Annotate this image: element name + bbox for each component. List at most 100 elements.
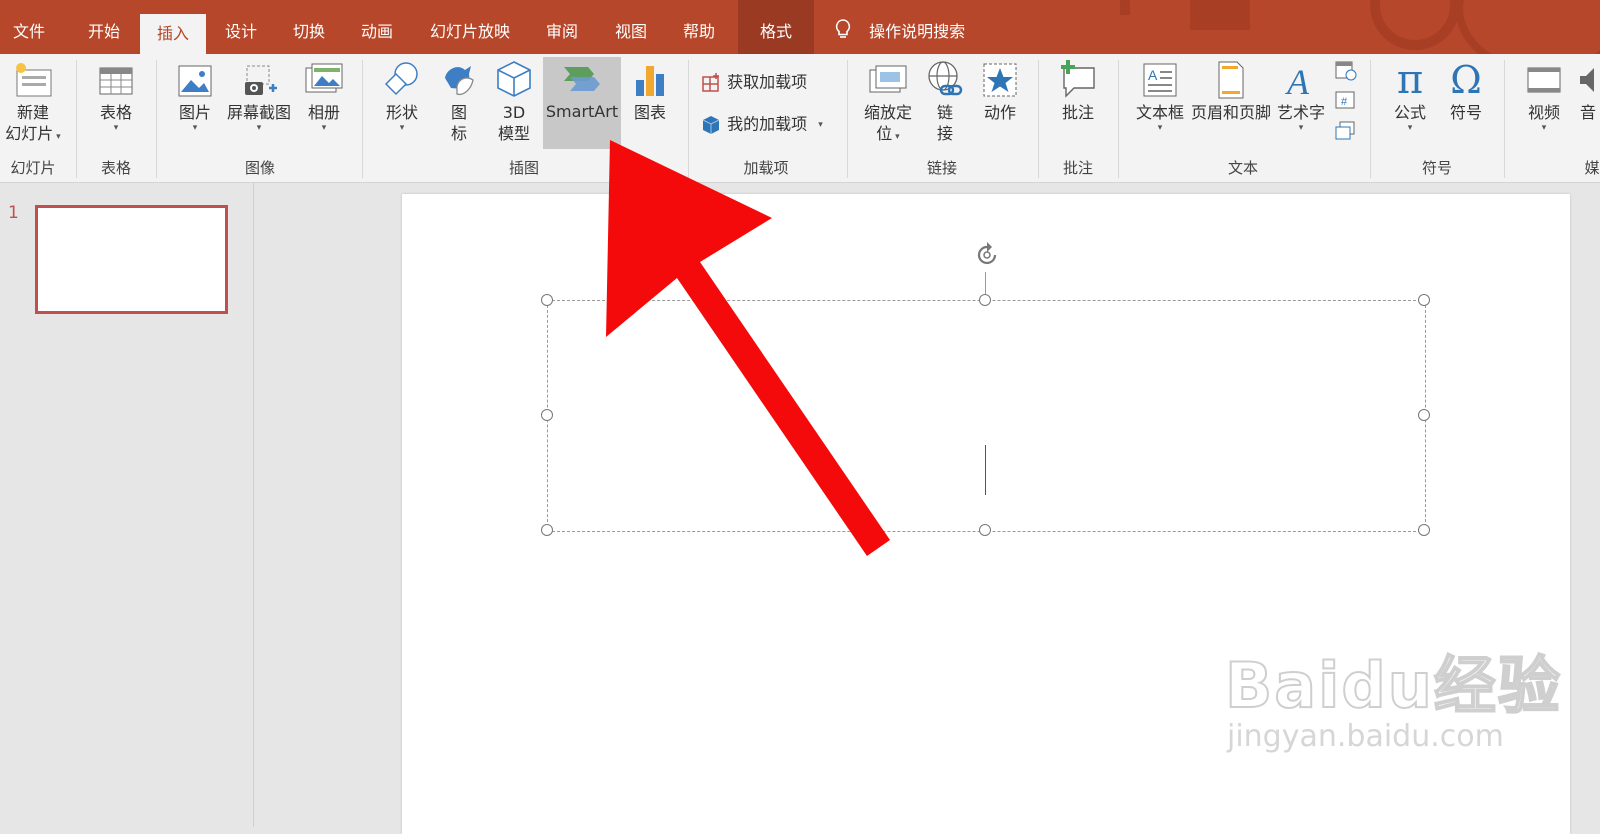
group-label-links: 链接 <box>926 159 957 177</box>
resize-handle-left[interactable] <box>541 409 553 421</box>
tab-file[interactable]: 文件 <box>0 0 58 54</box>
tab-format[interactable]: 格式 <box>738 0 814 54</box>
group-label-tables: 表格 <box>100 159 131 177</box>
get-addins-button[interactable]: 获取加载项 <box>700 70 807 95</box>
dropdown-arrow-icon: ▾ <box>892 132 900 142</box>
dropdown-arrow-icon: ▾ <box>113 123 119 133</box>
tab-insert[interactable]: 插入 <box>140 14 206 54</box>
group-label-text: 文本 <box>1227 159 1258 177</box>
dropdown-arrow-icon: ▾ <box>399 123 405 133</box>
3d-cube-icon <box>497 61 531 97</box>
tab-animations[interactable]: 动画 <box>346 0 408 54</box>
smartart-label: SmartArt <box>545 102 619 121</box>
pi-icon: π <box>1396 57 1424 103</box>
new-slide-icon <box>16 63 52 97</box>
wordart-button[interactable]: A 艺术字 ▾ <box>1274 58 1328 133</box>
tab-review[interactable]: 审阅 <box>530 0 594 54</box>
link-label-2: 接 <box>936 124 953 143</box>
dropdown-arrow-icon: ▾ <box>321 123 327 133</box>
video-icon <box>1527 67 1561 93</box>
object-button[interactable] <box>1334 120 1358 142</box>
tab-view[interactable]: 视图 <box>598 0 664 54</box>
tab-home[interactable]: 开始 <box>72 0 136 54</box>
group-label-media: 媒 <box>1584 159 1600 177</box>
dropdown-arrow-icon: ▾ <box>256 123 262 133</box>
lightbulb-icon <box>835 19 851 38</box>
screenshot-button[interactable]: 屏幕截图 ▾ <box>224 58 294 133</box>
tab-transitions[interactable]: 切换 <box>278 0 340 54</box>
3d-models-button[interactable]: 3D 模型 <box>488 58 540 144</box>
separator <box>847 60 848 178</box>
wordart-icon: A <box>1285 62 1310 102</box>
photo-album-button[interactable]: 相册 ▾ <box>296 58 352 133</box>
icons-button[interactable]: 图 标 <box>434 58 484 144</box>
audio-button[interactable]: 音 <box>1576 58 1600 123</box>
resize-handle-bottom[interactable] <box>979 524 991 536</box>
zoom-button[interactable]: 缩放定 位 ▾ <box>858 58 918 148</box>
object-icon <box>1335 121 1355 140</box>
selected-textbox[interactable] <box>547 300 1426 532</box>
slide-thumbnail[interactable] <box>35 205 228 314</box>
star-action-icon <box>983 63 1017 97</box>
audio-label: 音 <box>1579 103 1596 122</box>
separator <box>362 60 363 178</box>
group-label-slides: 幻灯片 <box>10 159 56 177</box>
tab-help[interactable]: 帮助 <box>666 0 732 54</box>
resize-handle-right[interactable] <box>1418 409 1430 421</box>
group-label-comments: 批注 <box>1062 159 1093 177</box>
equation-label: 公式 <box>1393 103 1426 122</box>
baidu-watermark: Baidu经验 jingyan.baidu.com <box>1224 651 1562 754</box>
date-time-button[interactable] <box>1334 60 1358 82</box>
table-button[interactable]: 表格 ▾ <box>86 58 146 133</box>
resize-handle-top[interactable] <box>979 294 991 306</box>
chart-label: 图表 <box>633 103 666 122</box>
header-footer-icon <box>1218 61 1244 99</box>
tab-slideshow[interactable]: 幻灯片放映 <box>418 0 522 54</box>
group-label-illustrations: 插图 <box>508 159 539 177</box>
symbol-button[interactable]: Ω 符号 <box>1440 58 1492 123</box>
icons-icon <box>445 66 474 96</box>
chart-button[interactable]: 图表 <box>624 58 676 123</box>
smartart-button[interactable]: SmartArt <box>543 57 621 149</box>
header-footer-button[interactable]: 页眉和页脚 <box>1190 58 1272 123</box>
zoom-label: 缩放定 <box>863 103 912 122</box>
dropdown-arrow-icon: ▾ <box>192 123 198 133</box>
separator <box>1038 60 1039 178</box>
chart-icon <box>636 66 664 96</box>
comment-button[interactable]: 批注 <box>1050 58 1106 123</box>
tab-design[interactable]: 设计 <box>210 0 272 54</box>
action-button[interactable]: 动作 <box>974 58 1026 123</box>
watermark-url: jingyan.baidu.com <box>1227 719 1504 754</box>
slide-number-button[interactable]: # <box>1334 90 1358 112</box>
speaker-icon <box>1580 68 1594 92</box>
equation-button[interactable]: π 公式 ▾ <box>1382 58 1438 133</box>
shapes-button[interactable]: 形状 ▾ <box>374 58 430 133</box>
link-label: 链 <box>936 103 953 122</box>
my-addins-label: 我的加载项 <box>727 114 808 134</box>
link-button[interactable]: 链 接 <box>920 58 970 144</box>
separator <box>1504 60 1505 178</box>
comment-icon <box>1061 60 1095 98</box>
dropdown-arrow-icon: ▾ <box>1157 123 1163 133</box>
header-footer-label: 页眉和页脚 <box>1190 103 1271 122</box>
group-label-images: 图像 <box>244 159 275 177</box>
title-decoration <box>1120 0 1130 15</box>
picture-button[interactable]: 图片 ▾ <box>168 58 222 133</box>
rotate-handle-icon[interactable] <box>971 239 1003 271</box>
new-slide-button[interactable]: 新建 幻灯片 ▾ <box>0 58 66 144</box>
tell-me-search[interactable]: 操作说明搜索 <box>834 18 965 48</box>
resize-handle-top-right[interactable] <box>1418 294 1430 306</box>
textbox-button[interactable]: A 文本框 ▾ <box>1130 58 1190 133</box>
dropdown-arrow-icon: ▾ <box>1298 123 1304 133</box>
smartart-icon <box>564 67 600 91</box>
title-decoration <box>1455 0 1600 54</box>
textbox-label: 文本框 <box>1135 103 1184 122</box>
resize-handle-top-left[interactable] <box>541 294 553 306</box>
photo-album-icon <box>305 63 343 93</box>
link-icon <box>928 61 963 96</box>
rotate-stem <box>985 272 986 294</box>
my-addins-button[interactable]: 我的加载项 ▾ <box>700 112 823 137</box>
video-button[interactable]: 视频 ▾ <box>1516 58 1572 133</box>
resize-handle-bottom-left[interactable] <box>541 524 553 536</box>
resize-handle-bottom-right[interactable] <box>1418 524 1430 536</box>
